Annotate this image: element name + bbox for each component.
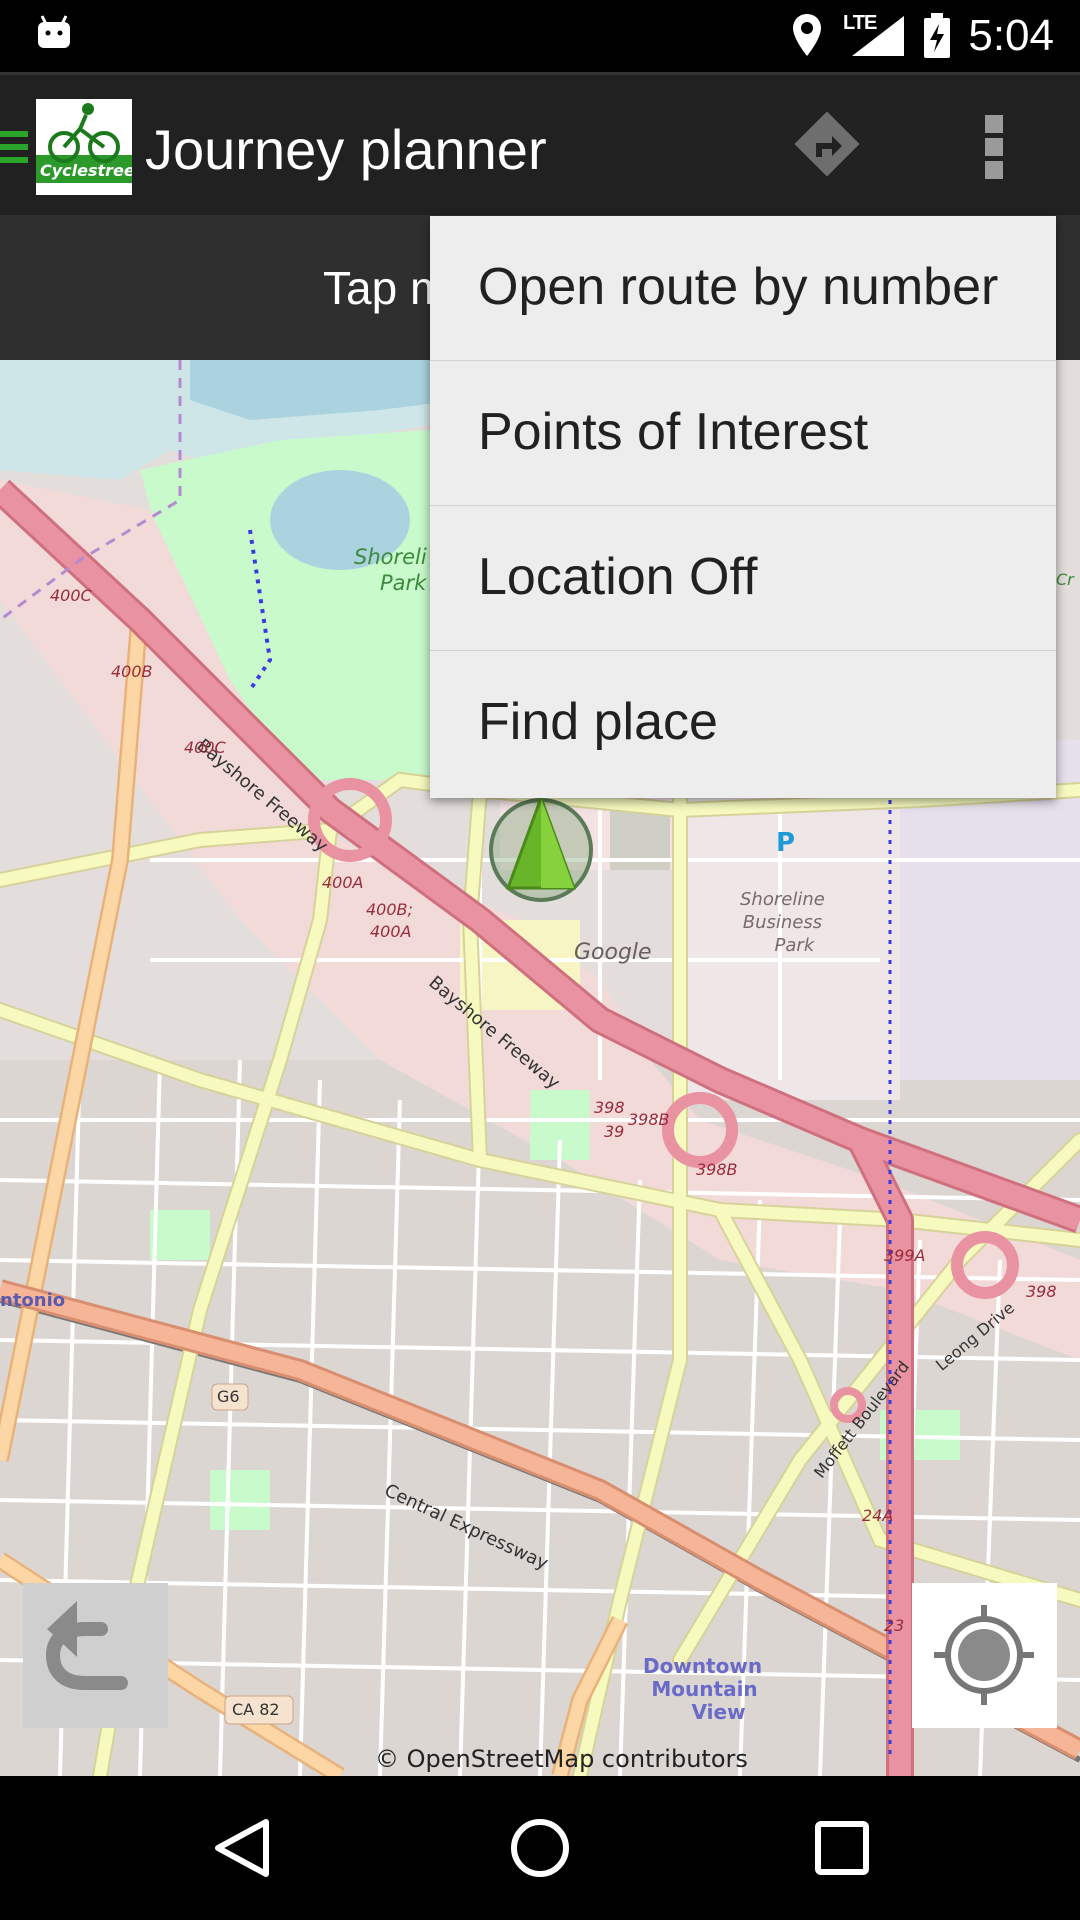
- action-bar: Cyclestreets Journey planner: [0, 72, 1080, 215]
- map-label-downtown-line3: View: [691, 1700, 746, 1724]
- undo-button[interactable]: [23, 1583, 168, 1728]
- map-exit-label: 398: [1026, 1282, 1057, 1301]
- undo-arrow-icon: [45, 1601, 128, 1690]
- android-debug-icon: [38, 15, 70, 48]
- menu-item-location-off[interactable]: Location Off: [430, 506, 1056, 651]
- recents-icon[interactable]: [812, 1818, 872, 1878]
- map-exit-label: 400A: [370, 922, 412, 941]
- map-shield-g6: G6: [217, 1387, 240, 1406]
- map-exit-label: 400A: [322, 873, 364, 892]
- map-exit-label: 23: [884, 1616, 905, 1635]
- route-directions-icon[interactable]: [788, 105, 866, 183]
- map-exit-label: 400B: [111, 662, 153, 681]
- map-label-business-park: Shoreline Business Park: [740, 888, 825, 957]
- map-exit-label: 399A: [884, 1246, 926, 1265]
- signal-icon: [852, 16, 904, 56]
- map-label-park-line1: Shoreli: [354, 545, 427, 569]
- menu-item-find-place[interactable]: Find place: [430, 651, 1056, 796]
- drawer-menu-icon[interactable]: [0, 125, 28, 169]
- map-label-edge: Cr: [1056, 570, 1074, 589]
- map-exit-label: 400C: [50, 586, 92, 605]
- location-pin-icon: [793, 14, 821, 56]
- map-label-business-park-line1: Shoreline: [740, 889, 825, 910]
- navigation-bar: [0, 1776, 1080, 1920]
- map-attribution: © OpenStreetMap contributors: [375, 1745, 748, 1773]
- current-location-marker: [489, 793, 593, 902]
- map-label-park: Shoreli Park: [354, 544, 427, 596]
- map-label-google: Google: [574, 940, 652, 965]
- overflow-menu-icon[interactable]: [980, 115, 1010, 179]
- logo-text: Cyclestreets: [40, 161, 132, 180]
- map-label-downtown: Downtown Mountain View: [643, 1655, 762, 1724]
- menu-item-label: Points of Interest: [478, 403, 869, 461]
- my-location-button[interactable]: [912, 1583, 1057, 1728]
- map-shield-ca82: CA 82: [232, 1700, 280, 1719]
- map-exit-label: 24A: [862, 1506, 894, 1525]
- map-label-antonio: ntonio: [0, 1290, 66, 1311]
- cyclist-logo-icon: Cyclestreets: [36, 99, 152, 195]
- menu-item-open-route[interactable]: Open route by number: [430, 216, 1056, 361]
- map-exit-label: 398B: [628, 1110, 670, 1129]
- battery-charging-icon: [924, 13, 950, 58]
- back-icon[interactable]: [210, 1816, 274, 1880]
- map-label-park-line2: Park: [380, 571, 427, 595]
- map-label-downtown-line1: Downtown: [643, 1654, 763, 1678]
- status-time: 5:04: [968, 11, 1054, 60]
- crosshair-target-icon: [934, 1605, 1034, 1705]
- map-exit-label: 400B;: [366, 900, 413, 919]
- map-exit-label: 398: [594, 1098, 625, 1117]
- map-label-business-park-line2: Business: [742, 912, 823, 933]
- map-label-business-park-line3: Park: [774, 935, 815, 956]
- menu-item-label: Location Off: [478, 548, 758, 606]
- menu-item-points-of-interest[interactable]: Points of Interest: [430, 361, 1056, 506]
- map-label-downtown-line2: Mountain: [651, 1677, 758, 1701]
- map-label-parking: P: [776, 828, 796, 858]
- overflow-menu: Open route by number Points of Interest …: [430, 216, 1056, 798]
- menu-item-label: Find place: [478, 693, 718, 751]
- map-exit-label: 400C: [184, 738, 226, 757]
- map-exit-label: 39: [604, 1122, 625, 1141]
- status-bar: LTE 5:04: [0, 0, 1080, 72]
- menu-item-label: Open route by number: [478, 258, 999, 316]
- page-title: Journey planner: [145, 118, 547, 181]
- app-logo[interactable]: Cyclestreets: [36, 99, 152, 195]
- map-exit-label: 398B: [696, 1160, 738, 1179]
- home-icon[interactable]: [508, 1816, 572, 1880]
